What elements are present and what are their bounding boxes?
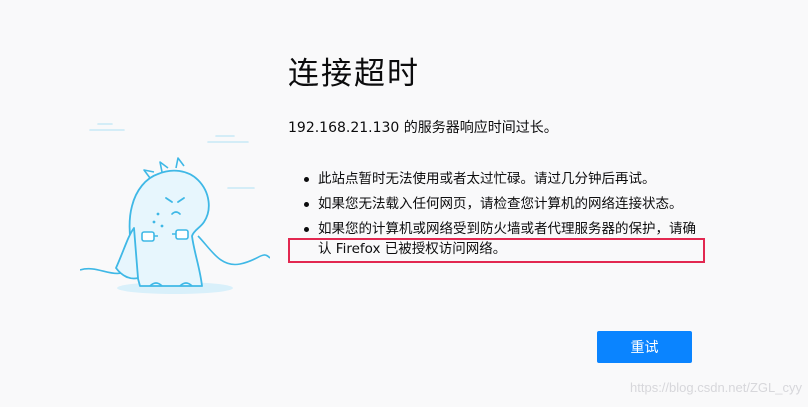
highlight-annotation (288, 238, 705, 263)
retry-button[interactable]: 重试 (597, 331, 692, 363)
list-item: 如果您无法载入任何网页，请检查您计算机的网络连接状态。 (288, 194, 700, 214)
error-content: 连接超时 192.168.21.130 的服务器响应时间过长。 此站点暂时无法使… (288, 52, 718, 264)
unplugged-dinosaur-illustration (80, 123, 270, 294)
error-description: 192.168.21.130 的服务器响应时间过长。 (288, 120, 558, 136)
cable-right (197, 235, 270, 266)
dinosaur-body (115, 169, 210, 287)
list-item: 此站点暂时无法使用或者太过忙碌。请过几分钟后再试。 (288, 169, 700, 189)
watermark: https://blog.csdn.net/ZGL_cyy (630, 380, 802, 395)
page-title: 连接超时 (288, 56, 420, 92)
